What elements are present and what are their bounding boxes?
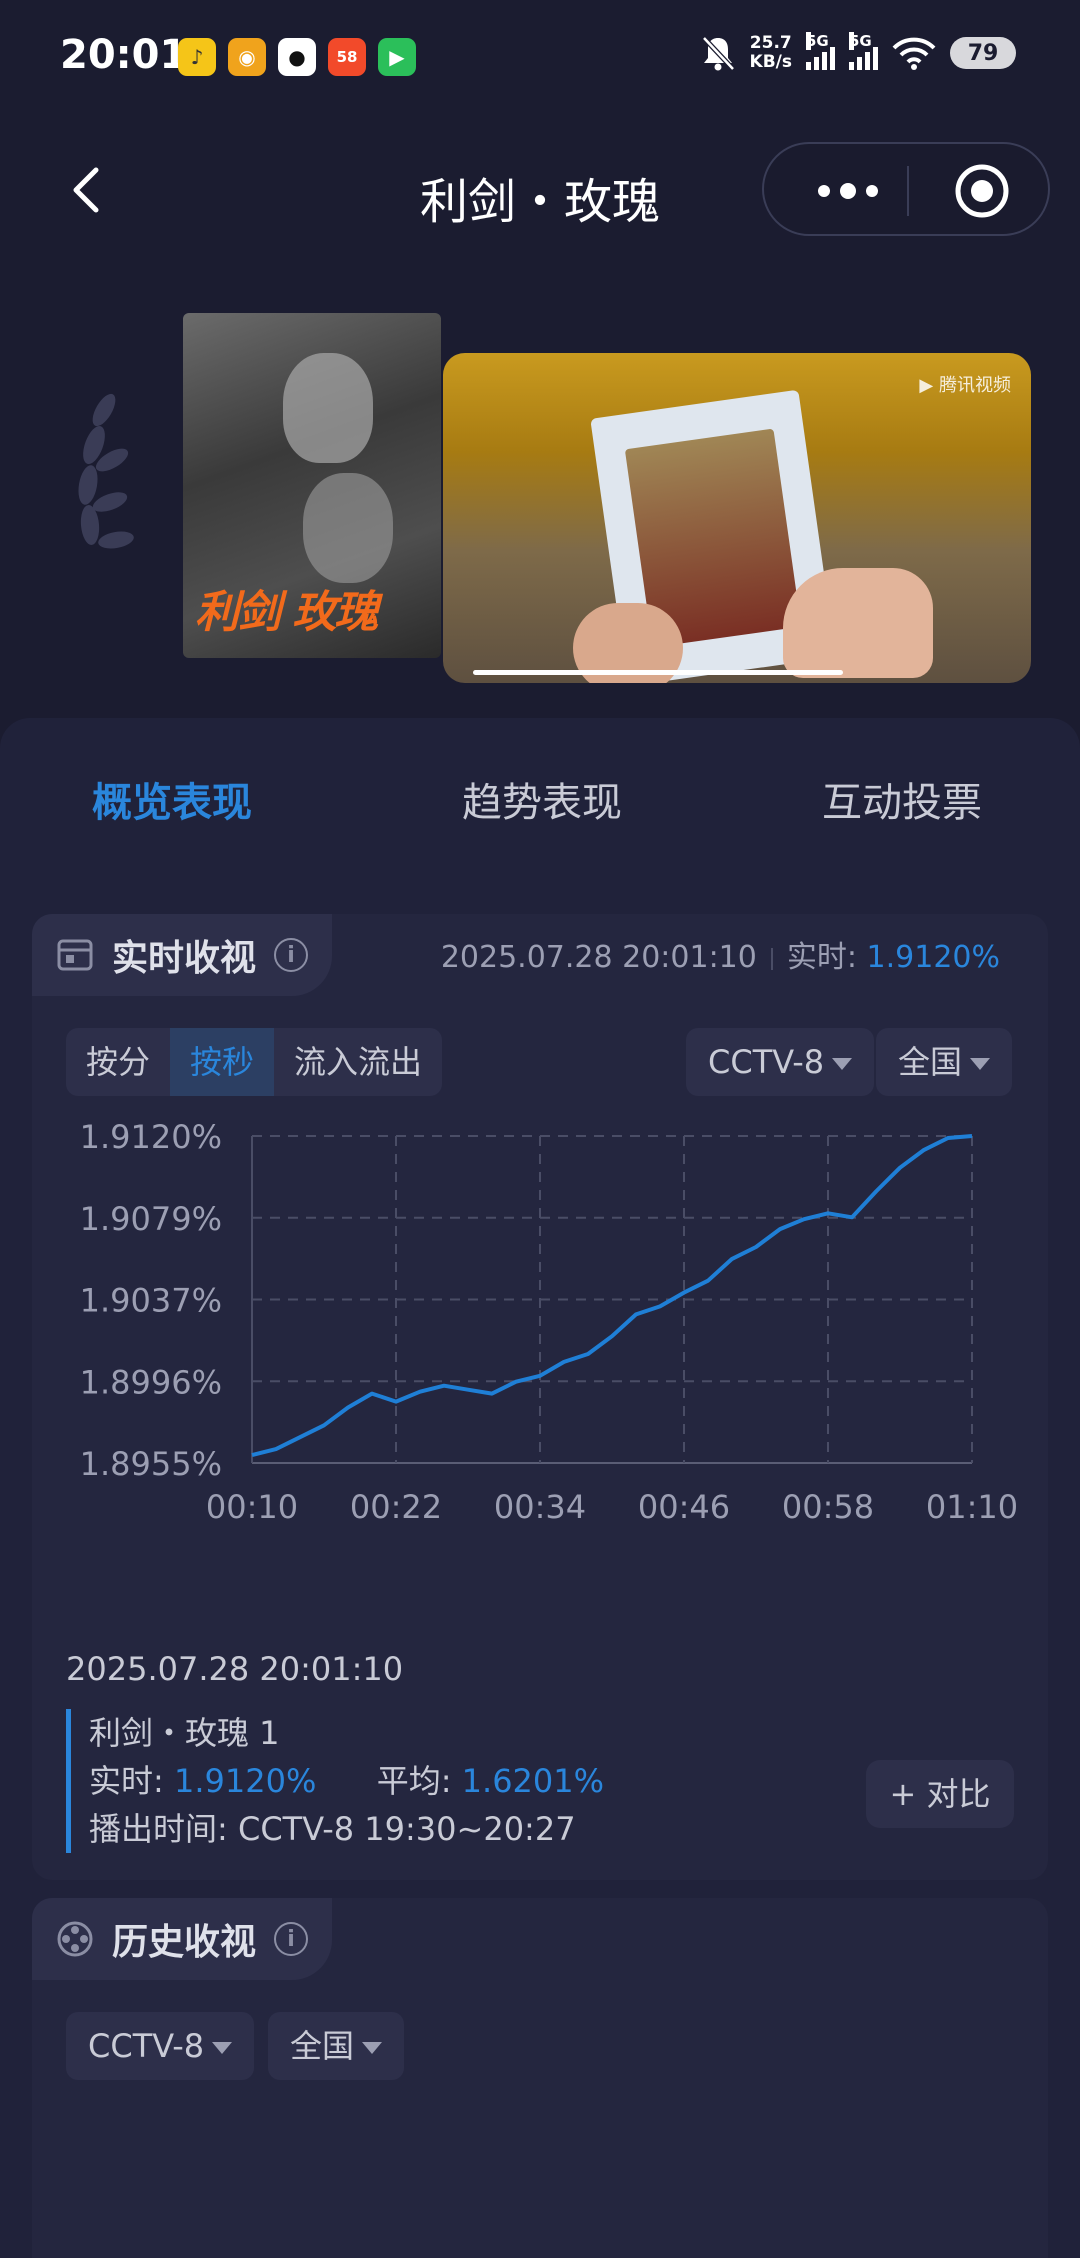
y-tick-label: 1.9079% [80,1200,222,1238]
signal-icon: 5G [806,32,835,70]
video-app-icon: ▶ [378,38,416,76]
realtime-card: 实时收视 i 2025.07.28 20:01:10 实时: 1.9120% 按分… [32,914,1048,1880]
realtime-label: 实时: [786,940,857,975]
notification-icons: ♪ ◉ ● 58 ▶ [178,38,416,76]
tab-vote[interactable]: 互动投票 [822,770,982,828]
history-card: 历史收视 i CCTV-8 全国 [32,1898,1048,2258]
x-tick-label: 00:46 [638,1488,730,1524]
signal-label: 5G [806,32,829,50]
realtime-chart: 1.9120% 1.9079% 1.9037% 1.8996% 1.8955% 00:10… [32,1104,1048,1526]
detail-airtime: 播出时间: CCTV-8 19:30~20:27 [89,1805,604,1853]
history-channel-value: CCTV-8 [88,2027,205,2065]
history-header: 历史收视 i [32,1898,333,1980]
caret-down-icon [212,2042,233,2054]
mode-second[interactable]: 按秒 [170,1028,275,1096]
status-time: 20:01 [60,32,188,78]
x-tick-label: 00:10 [206,1488,298,1524]
realtime-value: 1.9120% [866,940,1000,975]
more-dots-icon[interactable] [808,164,888,218]
region-value: 全国 [898,1043,963,1081]
detail-program: 利剑・玫瑰 1 [89,1714,280,1752]
mode-minute[interactable]: 按分 [66,1028,170,1096]
drama-poster[interactable]: 利剑 玫瑰 [183,313,441,658]
music-app-icon: ♪ [178,38,216,76]
poster-figure-1 [283,353,373,463]
detail-values: 实时: 1.9120% 平均: 1.6201% [89,1757,604,1805]
net-speed-unit: KB/s [749,52,792,72]
detail-avg-value: 1.6201% [461,1762,605,1800]
signal-icon-2: 5G [849,32,878,70]
signal-label-2: 5G [849,32,872,50]
caret-down-icon [970,1058,991,1070]
history-region-value: 全国 [290,2027,355,2065]
58-app-icon: 58 [328,38,366,76]
detail-avg-label: 平均: [376,1762,452,1800]
chart-svg: 1.9120% 1.9079% 1.9037% 1.8996% 1.8955% 00:10… [80,1118,1018,1526]
mode-switch: 按分 按秒 流入流出 [66,1028,443,1096]
film-reel-icon [57,1921,93,1957]
region-dropdown[interactable]: 全国 [876,1028,1013,1096]
y-tick-label: 1.8955% [80,1445,222,1483]
compare-button[interactable]: + 对比 [866,1760,1014,1828]
qq-icon: ● [278,38,316,76]
miniprogram-capsule [762,142,1050,236]
mute-bell-icon [701,36,735,71]
realtime-timestamp: 2025.07.28 20:01:10 [440,940,757,975]
detail-block: 利剑・玫瑰 1 实时: 1.9120% 平均: 1.6201% 播出时间: CC… [66,1709,604,1853]
info-icon[interactable]: i [274,938,309,972]
wifi-icon [892,37,936,70]
status-bar: 20:01 ♪ ◉ ● 58 ▶ 25.7 KB/s 5G 5G 79 [0,0,1080,110]
y-tick-label: 1.9037% [80,1282,222,1320]
poster-figure-2 [303,473,393,583]
info-icon[interactable]: i [274,1922,309,1956]
x-tick-label: 00:58 [782,1488,874,1524]
video-progress-bar[interactable] [473,670,844,675]
history-title: 历史收视 [112,1922,257,1963]
y-tick-label: 1.8996% [80,1363,222,1401]
meta-divider [770,947,773,970]
capsule-divider [907,166,909,216]
y-tick-label: 1.9120% [80,1118,222,1156]
main-panel: 概览表现 趋势表现 互动投票 实时收视 i 2025.07.28 20:01:1… [0,718,1080,2258]
tab-trend[interactable]: 趋势表现 [462,770,622,828]
airtime-value: CCTV-8 19:30~20:27 [237,1810,576,1848]
video-watermark: ▶ 腾讯视频 [919,375,1011,396]
realtime-title: 实时收视 [112,938,257,979]
caret-down-icon [362,2042,383,2054]
video-scene-hand-right [783,568,933,678]
airtime-label: 播出时间: [89,1810,228,1848]
realtime-header: 实时收视 i [32,914,333,996]
network-speed: 25.7 KB/s [750,34,792,72]
caret-down-icon [832,1058,853,1070]
history-region-dropdown[interactable]: 全国 [268,2012,405,2080]
detail-date: 2025.07.28 20:01:10 [66,1650,404,1688]
history-channel-dropdown[interactable]: CCTV-8 [66,2012,255,2080]
realtime-meta: 2025.07.28 20:01:10 实时: 1.9120% [441,932,1000,976]
laurel-icon [78,393,134,549]
series-line [251,1134,973,1458]
net-speed-value: 25.7 [749,33,792,53]
tab-bar: 概览表现 趋势表现 互动投票 [0,770,1080,924]
tab-overview[interactable]: 概览表现 [92,770,252,828]
nav-bar: 利剑・玫瑰 [0,140,1080,240]
detail-rt-value: 1.9120% [173,1762,317,1800]
close-target-icon[interactable] [952,161,1012,221]
video-player[interactable]: ▶ 腾讯视频 [443,353,1031,683]
watermark-text: 腾讯视频 [939,375,1011,396]
mode-flow[interactable]: 流入流出 [274,1028,442,1096]
x-tick-label: 00:34 [494,1488,586,1524]
x-tick-label: 01:10 [926,1488,1018,1524]
x-tick-label: 00:22 [350,1488,442,1524]
poster-title: 利剑 玫瑰 [195,587,378,638]
weibo-icon: ◉ [228,38,266,76]
channel-dropdown[interactable]: CCTV-8 [686,1028,875,1096]
battery-indicator: 79 [950,37,1016,69]
calendar-icon [57,939,93,971]
channel-value: CCTV-8 [708,1043,825,1081]
detail-rt-label: 实时: [89,1762,164,1800]
